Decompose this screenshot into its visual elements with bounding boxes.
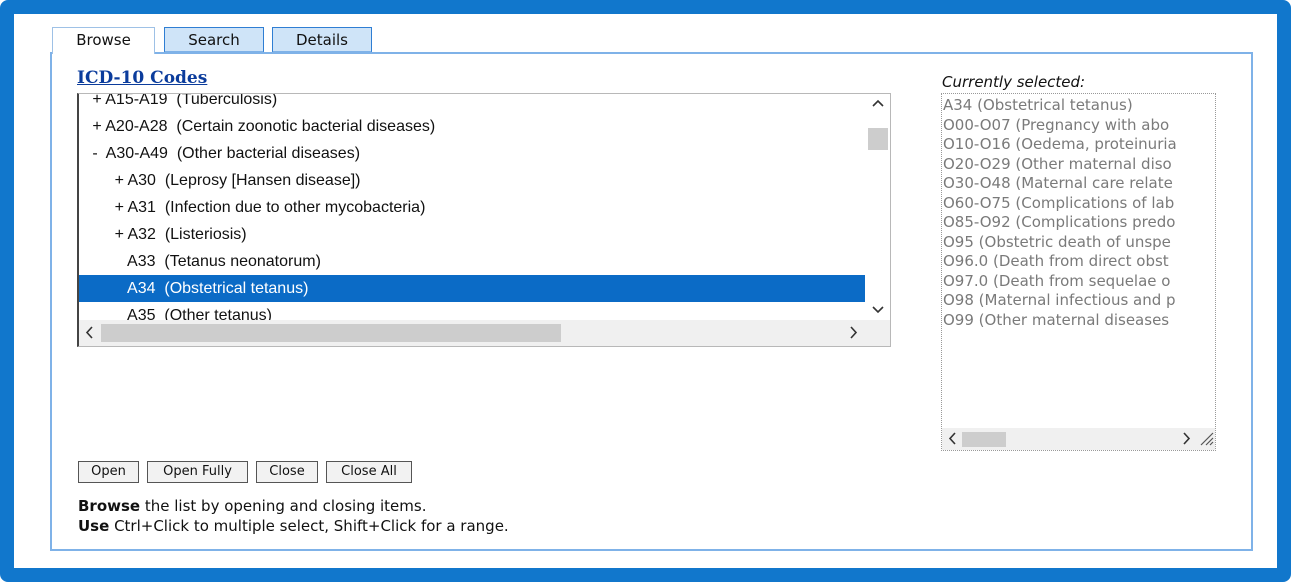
chevron-right-icon[interactable] [1182, 432, 1192, 449]
tree-row[interactable]: + A31 (Infection due to other mycobacter… [79, 194, 865, 221]
tree-row[interactable]: + A15-A19 (Tuberculosis) [79, 94, 865, 113]
open-button[interactable]: Open [78, 461, 139, 483]
tree-hscroll-thumb[interactable] [101, 324, 561, 342]
resize-grip-icon[interactable] [1198, 430, 1214, 450]
help-line-browse: Browse the list by opening and closing i… [78, 497, 426, 515]
selected-list[interactable]: A34 (Obstetrical tetanus) O00-O07 (Pregna… [941, 93, 1216, 451]
tree-vertical-scrollbar[interactable] [866, 94, 890, 320]
help-browse-keyword: Browse [78, 497, 141, 515]
close-all-button[interactable]: Close All [326, 461, 412, 483]
close-button[interactable]: Close [256, 461, 318, 483]
tree-vscroll-thumb[interactable] [868, 128, 888, 150]
tree-row[interactable]: - A30-A49 (Other bacterial diseases) [79, 140, 865, 167]
help-line-use: Use Ctrl+Click to multiple select, Shift… [78, 517, 509, 535]
tree-row-selected[interactable]: A34 (Obstetrical tetanus) [79, 275, 865, 302]
tree-horizontal-scrollbar[interactable] [79, 320, 890, 346]
help-use-text: Ctrl+Click to multiple select, Shift+Cli… [109, 517, 509, 535]
selected-item[interactable]: O00-O07 (Pregnancy with abo [943, 116, 1177, 136]
selected-item[interactable]: O30-O48 (Maternal care relate [943, 174, 1177, 194]
tab-details[interactable]: Details [272, 27, 372, 53]
tab-search[interactable]: Search [164, 27, 264, 53]
tree-row[interactable]: + A20-A28 (Certain zoonotic bacterial di… [79, 113, 865, 140]
tree-row[interactable]: + A32 (Listeriosis) [79, 221, 865, 248]
help-use-keyword: Use [78, 517, 110, 535]
tree-row[interactable]: + A30 (Leprosy [Hansen disease]) [79, 167, 865, 194]
chevron-down-icon[interactable] [872, 304, 884, 319]
selected-item[interactable]: A34 (Obstetrical tetanus) [943, 96, 1177, 116]
help-browse-text: the list by opening and closing items. [140, 497, 427, 515]
currently-selected-label: Currently selected: [942, 73, 1086, 91]
tree-row[interactable]: A33 (Tetanus neonatorum) [79, 248, 865, 275]
chevron-up-icon[interactable] [872, 97, 884, 112]
selected-item[interactable]: O10-O16 (Oedema, proteinuria [943, 135, 1177, 155]
selected-item[interactable]: O95 (Obstetric death of unspe [943, 233, 1177, 253]
selected-item[interactable]: O60-O75 (Complications of lab [943, 194, 1177, 214]
selected-item[interactable]: O99 (Other maternal diseases [943, 311, 1177, 331]
selected-item[interactable]: O97.0 (Death from sequelae o [943, 272, 1177, 292]
selected-horizontal-scrollbar[interactable] [942, 428, 1215, 450]
selected-item[interactable]: O96.0 (Death from direct obst [943, 252, 1177, 272]
icd10-codes-heading[interactable]: ICD-10 Codes [77, 68, 207, 88]
tab-browse[interactable]: Browse [52, 27, 155, 54]
chevron-right-icon[interactable] [849, 326, 859, 343]
tree-rows: + A15-A19 (Tuberculosis) + A20-A28 (Cert… [79, 94, 865, 329]
selected-hscroll-thumb[interactable] [962, 432, 1006, 447]
selected-item[interactable]: O85-O92 (Complications predo [943, 213, 1177, 233]
icd-tree[interactable]: + A15-A19 (Tuberculosis) + A20-A28 (Cert… [77, 93, 891, 347]
selected-item[interactable]: O20-O29 (Other maternal diso [943, 155, 1177, 175]
selected-items: A34 (Obstetrical tetanus) O00-O07 (Pregna… [943, 96, 1177, 330]
chevron-left-icon[interactable] [84, 326, 94, 343]
chevron-left-icon[interactable] [947, 432, 957, 449]
selected-item[interactable]: O98 (Maternal infectious and p [943, 291, 1177, 311]
open-fully-button[interactable]: Open Fully [147, 461, 248, 483]
